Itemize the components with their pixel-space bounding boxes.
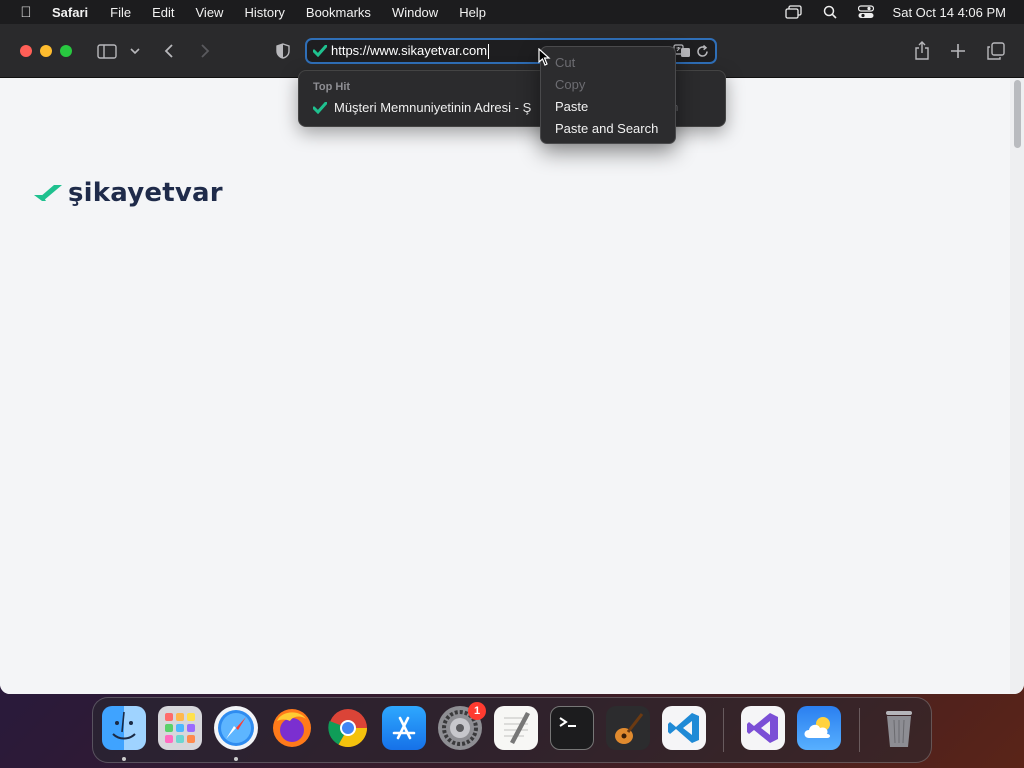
menu-app-name[interactable]: Safari bbox=[52, 5, 88, 20]
garageband-guitar-icon bbox=[615, 713, 644, 744]
menu-window[interactable]: Window bbox=[392, 5, 438, 20]
top-hit-title: Müşteri Memnuniyetinin Adresi - Ş bbox=[334, 100, 532, 115]
dock-weather[interactable] bbox=[797, 706, 841, 750]
launchpad-icon bbox=[165, 713, 195, 743]
privacy-shield-icon[interactable] bbox=[274, 39, 292, 63]
dock-firefox[interactable] bbox=[270, 706, 314, 750]
trash-icon bbox=[886, 711, 912, 747]
finder-running-indicator bbox=[122, 757, 126, 761]
minimize-window-button[interactable] bbox=[40, 45, 52, 57]
zoom-window-button[interactable] bbox=[60, 45, 72, 57]
context-menu-paste-and-search[interactable]: Paste and Search bbox=[541, 118, 675, 140]
back-icon[interactable] bbox=[160, 39, 178, 63]
dock-separator bbox=[723, 708, 724, 752]
menu-view[interactable]: View bbox=[196, 5, 224, 20]
dock bbox=[92, 697, 932, 763]
share-icon[interactable] bbox=[912, 39, 932, 63]
menu-edit[interactable]: Edit bbox=[152, 5, 174, 20]
menu-file[interactable]: File bbox=[110, 5, 131, 20]
top-hit-suggestion[interactable]: Müşteri Memnuniyetinin Adresi - Ş bbox=[313, 100, 531, 115]
screen-mirroring-icon[interactable] bbox=[784, 5, 803, 19]
finder-icon bbox=[112, 711, 136, 740]
text-caret bbox=[488, 44, 490, 60]
dock-launchpad[interactable] bbox=[158, 706, 202, 750]
web-page-content: şikayetvar bbox=[0, 78, 1010, 694]
url-value: https://www.sikayetvar.com bbox=[331, 42, 488, 58]
scrollbar-thumb[interactable] bbox=[1014, 80, 1021, 148]
url-text[interactable]: https://www.sikayetvar.com bbox=[331, 42, 490, 60]
dock-separator-2 bbox=[859, 708, 860, 752]
dock-garageband[interactable] bbox=[606, 706, 650, 750]
vscode-icon bbox=[668, 713, 699, 743]
site-logo[interactable]: şikayetvar bbox=[32, 178, 223, 208]
menu-bar:  Safari File Edit View History Bookmark… bbox=[0, 0, 1024, 24]
forward-icon[interactable] bbox=[196, 39, 214, 63]
menu-clock[interactable]: Sat Oct 14 4:06 PM bbox=[893, 5, 1006, 20]
menu-bookmarks[interactable]: Bookmarks bbox=[306, 5, 371, 20]
dock-chrome[interactable] bbox=[326, 706, 370, 750]
context-menu-cut: Cut bbox=[555, 55, 576, 70]
site-favicon-icon bbox=[313, 45, 327, 57]
dock-textedit[interactable] bbox=[494, 706, 538, 750]
tab-overview-icon[interactable] bbox=[985, 39, 1007, 63]
new-tab-icon[interactable] bbox=[948, 39, 968, 63]
safari-running-indicator bbox=[234, 757, 238, 761]
dock-trash[interactable] bbox=[877, 706, 921, 750]
chrome-icon bbox=[328, 709, 368, 748]
edit-context-menu: Cut Copy Paste Paste and Search bbox=[540, 46, 676, 144]
dock-vscode[interactable] bbox=[662, 706, 706, 750]
sidebar-toggle-icon[interactable] bbox=[96, 39, 118, 63]
dock-safari[interactable] bbox=[214, 706, 258, 750]
reload-icon[interactable] bbox=[696, 45, 709, 58]
weather-cloud-icon bbox=[804, 717, 830, 738]
safari-compass-icon bbox=[218, 710, 254, 746]
firefox-icon bbox=[273, 709, 311, 747]
dock-finder[interactable] bbox=[102, 706, 146, 750]
dock-visual-studio[interactable] bbox=[741, 706, 785, 750]
textedit-icon bbox=[504, 712, 530, 744]
app-store-icon bbox=[392, 716, 416, 740]
top-hit-label: Top Hit bbox=[313, 81, 351, 93]
context-menu-paste[interactable]: Paste bbox=[541, 96, 675, 118]
terminal-icon bbox=[559, 717, 576, 727]
menu-help[interactable]: Help bbox=[459, 5, 486, 20]
logo-text: şikayetvar bbox=[68, 178, 223, 208]
sikayetvar-logo-icon bbox=[34, 185, 62, 201]
scrollbar-track[interactable] bbox=[1010, 78, 1024, 694]
tab-groups-chevron-icon[interactable] bbox=[128, 39, 142, 63]
system-settings-badge: 1 bbox=[468, 702, 486, 720]
visual-studio-icon bbox=[747, 713, 778, 743]
menu-history[interactable]: History bbox=[244, 5, 284, 20]
context-menu-copy: Copy bbox=[555, 77, 586, 92]
top-hit-favicon-icon bbox=[313, 101, 327, 114]
close-window-button[interactable] bbox=[20, 45, 32, 57]
spotlight-search-icon[interactable] bbox=[821, 5, 839, 19]
control-center-icon[interactable] bbox=[857, 5, 875, 19]
mouse-pointer-icon bbox=[538, 48, 551, 66]
dock-terminal[interactable] bbox=[550, 706, 594, 750]
dock-app-store[interactable] bbox=[382, 706, 426, 750]
apple-menu-icon[interactable]:  bbox=[0, 4, 52, 21]
